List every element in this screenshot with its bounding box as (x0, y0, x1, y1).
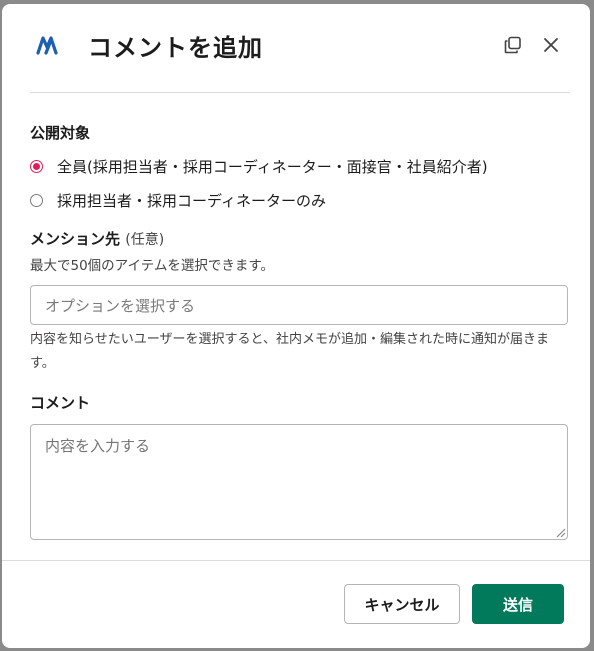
radio-option-label: 全員(採用担当者・採用コーディネーター・面接官・社員紹介者) (57, 158, 488, 176)
modal-title: コメントを追加 (88, 34, 263, 62)
copy-icon (504, 36, 521, 54)
optional-tag: (任意) (125, 232, 165, 248)
mention-select[interactable]: オプションを選択する (30, 285, 568, 325)
submit-button[interactable]: 送信 (472, 584, 564, 624)
radio-button-checked[interactable] (30, 160, 43, 173)
modal-header: コメントを追加 (2, 4, 590, 94)
resize-grip-icon[interactable] (554, 526, 566, 538)
radio-option-label: 採用担当者・採用コーディネーターのみ (57, 192, 326, 210)
add-comment-modal: コメントを追加 公開対象 全員(採用担当者・採用コーディネーター・面接官・社員紹… (2, 4, 590, 648)
close-icon (544, 38, 558, 52)
mention-description: 内容を知らせたいユーザーを選択すると、社内メモが追加・編集された時に通知が届きま… (30, 332, 549, 371)
comment-label: コメント (30, 394, 91, 412)
comment-textarea[interactable] (30, 424, 568, 540)
brand-logo-icon (36, 36, 58, 55)
close-button[interactable] (540, 34, 562, 56)
mention-label: メンション先 (任意) (30, 228, 164, 249)
footer-divider (2, 560, 590, 561)
header-divider (30, 92, 570, 93)
copy-button[interactable] (502, 34, 524, 56)
radio-option-all[interactable]: 全員(採用担当者・採用コーディネーター・面接官・社員紹介者) (30, 156, 488, 177)
radio-button[interactable] (30, 194, 43, 207)
mention-select-placeholder: オプションを選択する (45, 296, 196, 315)
visibility-label: 公開対象 (30, 124, 91, 142)
cancel-button[interactable]: キャンセル (344, 584, 460, 624)
mention-helper-text: 最大で50個のアイテムを選択できます。 (30, 258, 274, 274)
mention-label-text: メンション先 (30, 230, 121, 248)
radio-option-recruiters-only[interactable]: 採用担当者・採用コーディネーターのみ (30, 190, 326, 211)
